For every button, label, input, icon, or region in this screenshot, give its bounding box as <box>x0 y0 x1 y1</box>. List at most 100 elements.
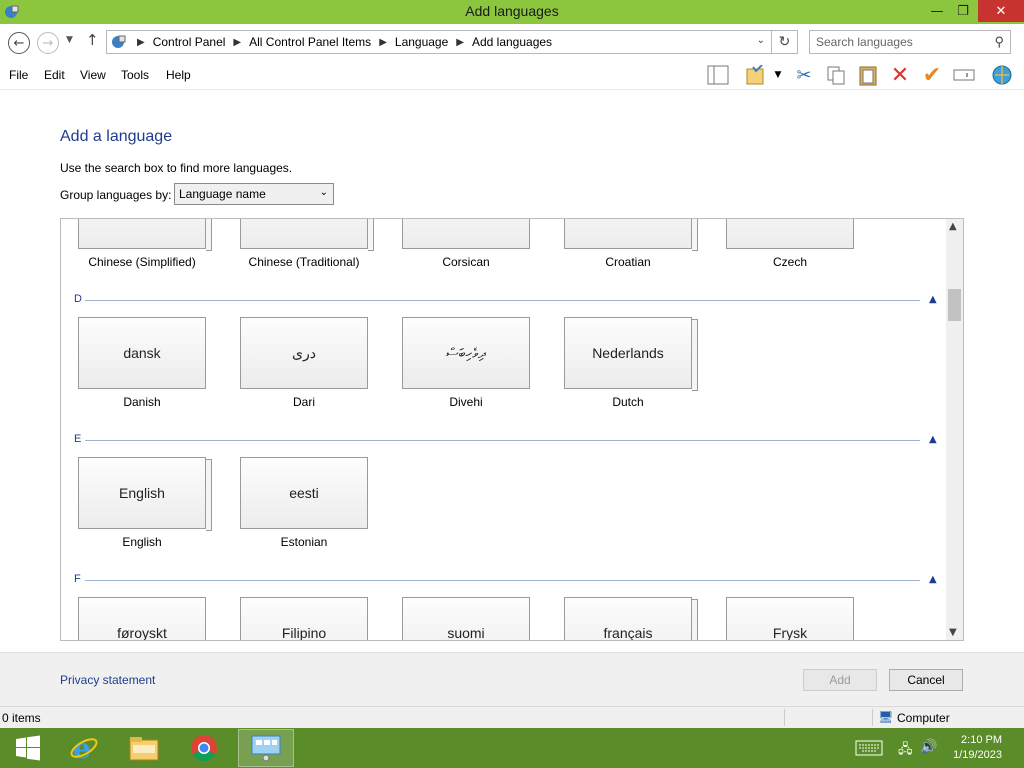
language-name: Croatian <box>605 255 651 269</box>
language-tile[interactable] <box>726 219 854 249</box>
section-divider <box>85 440 920 441</box>
breadcrumb-separator-icon: ▶ <box>379 36 387 48</box>
section-divider <box>85 580 920 581</box>
section-header-e: E <box>74 433 82 445</box>
privacy-link[interactable]: Privacy statement <box>60 673 155 687</box>
language-name: English <box>122 535 162 549</box>
language-name: Estonian <box>280 535 328 549</box>
internet-explorer-button[interactable]: e <box>56 729 112 767</box>
minimize-button[interactable]: — <box>924 0 950 22</box>
start-button[interactable] <box>0 729 56 767</box>
breadcrumb[interactable]: ▶ Control Panel ▶ All Control Panel Item… <box>106 30 772 54</box>
language-tile[interactable]: eesti <box>240 457 368 529</box>
section-header-d: D <box>74 293 82 305</box>
control-panel-taskbar-button[interactable] <box>238 729 294 767</box>
language-tile[interactable]: Nederlands <box>564 317 692 389</box>
globe-icon[interactable] <box>990 62 1014 88</box>
crumb-control-panel[interactable]: Control Panel <box>153 35 226 49</box>
menu-file[interactable]: File <box>9 68 28 82</box>
crumb-all-items[interactable]: All Control Panel Items <box>249 35 371 49</box>
back-arrow-icon: ← <box>13 35 25 51</box>
language-tile[interactable] <box>240 219 368 249</box>
language-name: Corsican <box>442 255 490 269</box>
language-name: Danish <box>123 395 161 409</box>
search-icon[interactable]: ⚲ <box>994 34 1004 50</box>
collapse-icon[interactable]: ▲ <box>929 574 937 585</box>
scroll-down-icon[interactable]: ▼ <box>949 627 957 638</box>
check-icon[interactable]: ✔ <box>920 62 944 88</box>
language-native: føroyskt <box>117 625 167 641</box>
language-tile[interactable] <box>402 219 530 249</box>
language-tile[interactable]: Frysk <box>726 597 854 641</box>
copy-icon[interactable] <box>824 62 848 88</box>
menu-help[interactable]: Help <box>166 68 191 82</box>
file-explorer-button[interactable] <box>116 729 172 767</box>
back-button[interactable]: ← <box>8 32 30 54</box>
rename-icon[interactable] <box>952 62 976 88</box>
menu-view[interactable]: View <box>80 68 106 82</box>
search-input[interactable]: Search languages ⚲ <box>809 30 1011 54</box>
language-tile[interactable]: Filipino <box>240 597 368 640</box>
recent-locations-dropdown[interactable]: ▼ <box>66 35 73 45</box>
breadcrumb-separator-icon: ▶ <box>456 36 464 48</box>
dialog-footer: Privacy statement Add Cancel <box>0 652 1024 706</box>
language-native: English <box>119 485 165 501</box>
address-bar: ← → ▼ ↑ ▶ Control Panel ▶ All Control Pa… <box>0 24 1024 60</box>
computer-icon: 🖥 <box>878 710 894 724</box>
cancel-button[interactable]: Cancel <box>889 669 963 691</box>
cut-icon[interactable]: ✂ <box>792 62 816 88</box>
layout-icon[interactable] <box>706 62 730 88</box>
collapse-icon[interactable]: ▲ <box>929 294 937 305</box>
add-button[interactable]: Add <box>803 669 877 691</box>
language-tile[interactable]: français <box>564 597 692 641</box>
refresh-button[interactable]: ↻ <box>772 30 798 54</box>
internet-explorer-icon: e <box>70 733 98 763</box>
delete-icon[interactable]: ✕ <box>888 62 912 88</box>
breadcrumb-separator-icon: ▶ <box>233 36 242 48</box>
language-native: Frysk <box>772 625 808 641</box>
vertical-scrollbar[interactable]: ▲ ▼ <box>946 219 963 640</box>
forward-button[interactable]: → <box>37 32 59 54</box>
paste-icon[interactable] <box>856 62 880 88</box>
location-label: Computer <box>897 711 950 725</box>
collapse-icon[interactable]: ▲ <box>929 434 937 445</box>
clock-date: 1/19/2023 <box>953 749 1002 761</box>
language-tile[interactable]: دری <box>240 317 368 389</box>
control-panel-icon <box>112 35 126 48</box>
language-name: Czech <box>772 255 807 269</box>
menu-tools[interactable]: Tools <box>121 68 149 82</box>
language-tile[interactable]: dansk <box>78 317 206 389</box>
crumb-add-languages[interactable]: Add languages <box>472 35 552 49</box>
language-name: Divehi <box>449 395 483 409</box>
volume-icon[interactable]: 🔊 <box>920 739 937 755</box>
chrome-button[interactable] <box>176 729 232 767</box>
keyboard-icon[interactable] <box>855 740 883 759</box>
close-button[interactable]: ✕ <box>978 0 1024 22</box>
forward-arrow-icon: → <box>42 35 54 51</box>
language-list[interactable]: Chinese (Simplified) Chinese (Traditiona… <box>60 218 964 641</box>
properties-dropdown-icon[interactable]: ▼ <box>770 62 786 88</box>
item-count: 0 items <box>2 711 41 725</box>
language-native: suomi <box>447 625 485 641</box>
section-header-f: F <box>74 573 81 585</box>
language-tile[interactable]: føroyskt <box>78 597 206 641</box>
group-by-select[interactable]: Language name ⌄ <box>174 183 334 205</box>
language-tile[interactable] <box>78 219 206 249</box>
up-button[interactable]: ↑ <box>86 31 99 49</box>
language-tile[interactable]: ދިވެހިބަސް <box>402 317 530 389</box>
scroll-up-icon[interactable]: ▲ <box>949 221 957 232</box>
network-icon[interactable]: 🖧 <box>898 740 913 762</box>
language-native: français <box>603 625 653 641</box>
crumb-language[interactable]: Language <box>395 35 448 49</box>
language-tile[interactable] <box>564 219 692 249</box>
language-tile[interactable]: suomi <box>402 597 530 641</box>
restore-button[interactable]: ❐ <box>950 0 976 22</box>
properties-icon[interactable] <box>744 62 768 88</box>
windows-logo-icon <box>16 735 40 761</box>
menu-edit[interactable]: Edit <box>44 68 65 82</box>
taskbar: e 🖧 🔊 2:10 PM 1/19/2023 <box>0 728 1024 768</box>
language-tile[interactable]: English <box>78 457 206 529</box>
scroll-thumb[interactable] <box>948 289 961 321</box>
address-dropdown-icon[interactable]: ⌄ <box>757 35 765 46</box>
system-clock[interactable]: 2:10 PM 1/19/2023 <box>953 733 1002 763</box>
